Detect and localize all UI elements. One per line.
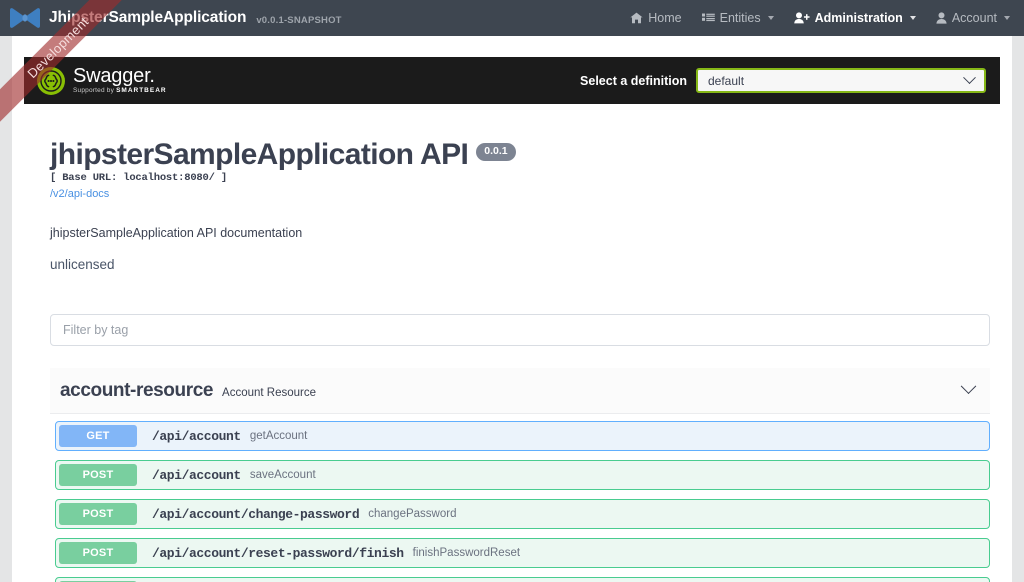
chevron-down-icon [1004, 16, 1010, 20]
tag-header[interactable]: account-resource Account Resource [50, 368, 990, 414]
swagger-wordmark-text: Swagger. [73, 65, 155, 88]
jhipster-navbar: JhipsterSampleApplication v0.0.1-SNAPSHO… [0, 0, 1024, 36]
operation-method-badge: POST [59, 464, 137, 486]
navbar-menu: Home Entities Administration Account [630, 11, 1010, 25]
operation-summary: changePassword [368, 508, 457, 520]
operation-path: /api/account [152, 428, 241, 444]
supported-by-prefix: Supported by [73, 87, 117, 95]
nav-item-entities[interactable]: Entities [701, 11, 774, 25]
page-title: jhipsterSampleApplication API [50, 138, 469, 171]
user-icon [936, 12, 947, 24]
tag-name: account-resource [60, 379, 214, 401]
tag-section-account-resource: account-resource Account Resource GET /a… [12, 346, 1012, 582]
operation-row[interactable]: POST /api/account/reset-password/finish … [55, 538, 990, 568]
definition-select[interactable]: default [696, 68, 986, 93]
definition-label: Select a definition [580, 73, 687, 88]
chevron-down-icon [767, 16, 774, 20]
swagger-supported-by: Supported by SMARTBEAR [73, 88, 167, 95]
definition-select-value: default [708, 73, 745, 88]
swagger-wordmark: Swagger. Supported by SMARTBEAR [73, 66, 167, 95]
supported-by-brand: SMARTBEAR [116, 87, 167, 95]
operation-path: /api/account/change-password [152, 506, 360, 522]
nav-item-account[interactable]: Account [936, 11, 1010, 25]
nav-item-account-label: Account [951, 11, 997, 25]
api-description: jhipsterSampleApplication API documentat… [50, 226, 303, 240]
chevron-down-icon[interactable] [960, 378, 977, 395]
nav-item-home-label: Home [648, 11, 682, 25]
nav-item-home[interactable]: Home [630, 11, 682, 25]
operation-row[interactable]: POST /api/account/reset-password/init re… [55, 577, 990, 582]
operation-list: GET /api/account getAccount POST /api/ac… [50, 414, 990, 582]
home-icon [630, 12, 643, 24]
operation-summary: saveAccount [249, 469, 316, 481]
operation-row[interactable]: POST /api/account/change-password change… [55, 499, 990, 529]
operation-method-badge: POST [59, 542, 137, 564]
api-base-url: [ Base URL: localhost:8080/ ] [50, 172, 227, 184]
swagger-logo: Swagger. Supported by SMARTBEAR [37, 66, 167, 95]
definition-selector-block: Select a definition default [580, 68, 986, 93]
tag-description: Account Resource [222, 386, 317, 399]
page-card: Swagger. Supported by SMARTBEAR Select a… [12, 36, 1012, 582]
chevron-down-icon [963, 71, 976, 85]
api-title-row: jhipsterSampleApplication API 0.0.1 [50, 140, 981, 170]
navbar-brand-name: JhipsterSampleApplication [49, 9, 247, 26]
chevron-down-icon [909, 16, 916, 20]
nav-item-administration[interactable]: Administration [793, 11, 916, 25]
navbar-brand[interactable]: JhipsterSampleApplication v0.0.1-SNAPSHO… [8, 7, 342, 29]
swagger-topbar: Swagger. Supported by SMARTBEAR Select a… [24, 57, 1000, 104]
operation-row[interactable]: GET /api/account getAccount [55, 421, 990, 451]
api-docs-link[interactable]: /v2/api-docs [50, 188, 109, 200]
operation-row[interactable]: POST /api/account saveAccount [55, 460, 990, 490]
api-version-badge: 0.0.1 [476, 143, 516, 161]
page-wrap: Swagger. Supported by SMARTBEAR Select a… [0, 36, 1024, 582]
filter-by-tag-input[interactable] [50, 314, 990, 346]
operation-method-badge: POST [59, 503, 137, 525]
swagger-mark-icon [37, 66, 65, 95]
nav-item-entities-label: Entities [719, 11, 761, 25]
operation-summary: getAccount [249, 430, 308, 442]
operation-path: /api/account/reset-password/finish [152, 545, 404, 561]
operation-method-badge: GET [59, 425, 137, 447]
api-license-link[interactable]: unlicensed [50, 257, 981, 272]
api-info: jhipsterSampleApplication API 0.0.1 [ Ba… [12, 104, 1012, 272]
nav-item-administration-label: Administration [814, 11, 903, 25]
user-plus-icon [793, 12, 810, 24]
jhipster-logo-icon [10, 8, 40, 28]
operation-path: /api/account [152, 467, 241, 483]
operation-summary: finishPasswordReset [412, 547, 521, 559]
app-root: JhipsterSampleApplication v0.0.1-SNAPSHO… [0, 0, 1024, 582]
list-icon [701, 13, 715, 24]
navbar-brand-version: v0.0.1-SNAPSHOT [256, 14, 342, 26]
filter-wrap [12, 272, 1012, 346]
